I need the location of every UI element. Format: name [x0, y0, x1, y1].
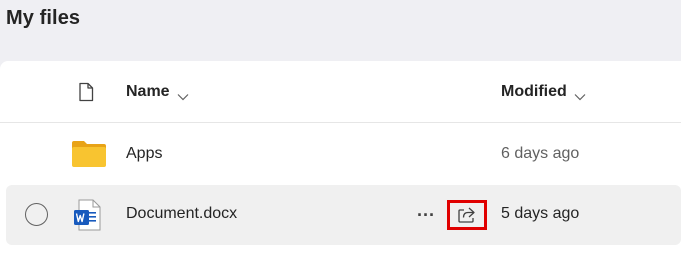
row-modified: 5 days ago — [501, 205, 580, 222]
name-column-label: Name — [126, 83, 170, 100]
chevron-down-icon — [574, 88, 586, 101]
file-list-header: Name Modified — [0, 61, 681, 123]
file-type-header-icon[interactable] — [77, 82, 95, 102]
row-modified: 6 days ago — [501, 145, 580, 162]
share-button[interactable] — [447, 200, 487, 230]
page-title: My files — [6, 7, 81, 29]
file-list: Name Modified Apps 6 days ago Document.d… — [0, 61, 681, 253]
share-icon — [458, 207, 475, 223]
word-document-icon — [70, 197, 106, 233]
row-select-checkbox[interactable] — [25, 203, 48, 226]
table-row-selected[interactable]: Document.docx ··· 5 days ago — [6, 185, 681, 245]
folder-icon — [71, 140, 107, 168]
more-options-button[interactable]: ··· — [412, 201, 440, 229]
modified-column-header[interactable]: Modified — [501, 83, 586, 101]
chevron-down-icon — [177, 88, 189, 101]
modified-column-label: Modified — [501, 83, 567, 100]
table-row[interactable]: Apps 6 days ago — [0, 124, 681, 186]
row-name[interactable]: Apps — [126, 145, 162, 163]
name-column-header[interactable]: Name — [126, 83, 189, 101]
row-name[interactable]: Document.docx — [126, 205, 237, 223]
